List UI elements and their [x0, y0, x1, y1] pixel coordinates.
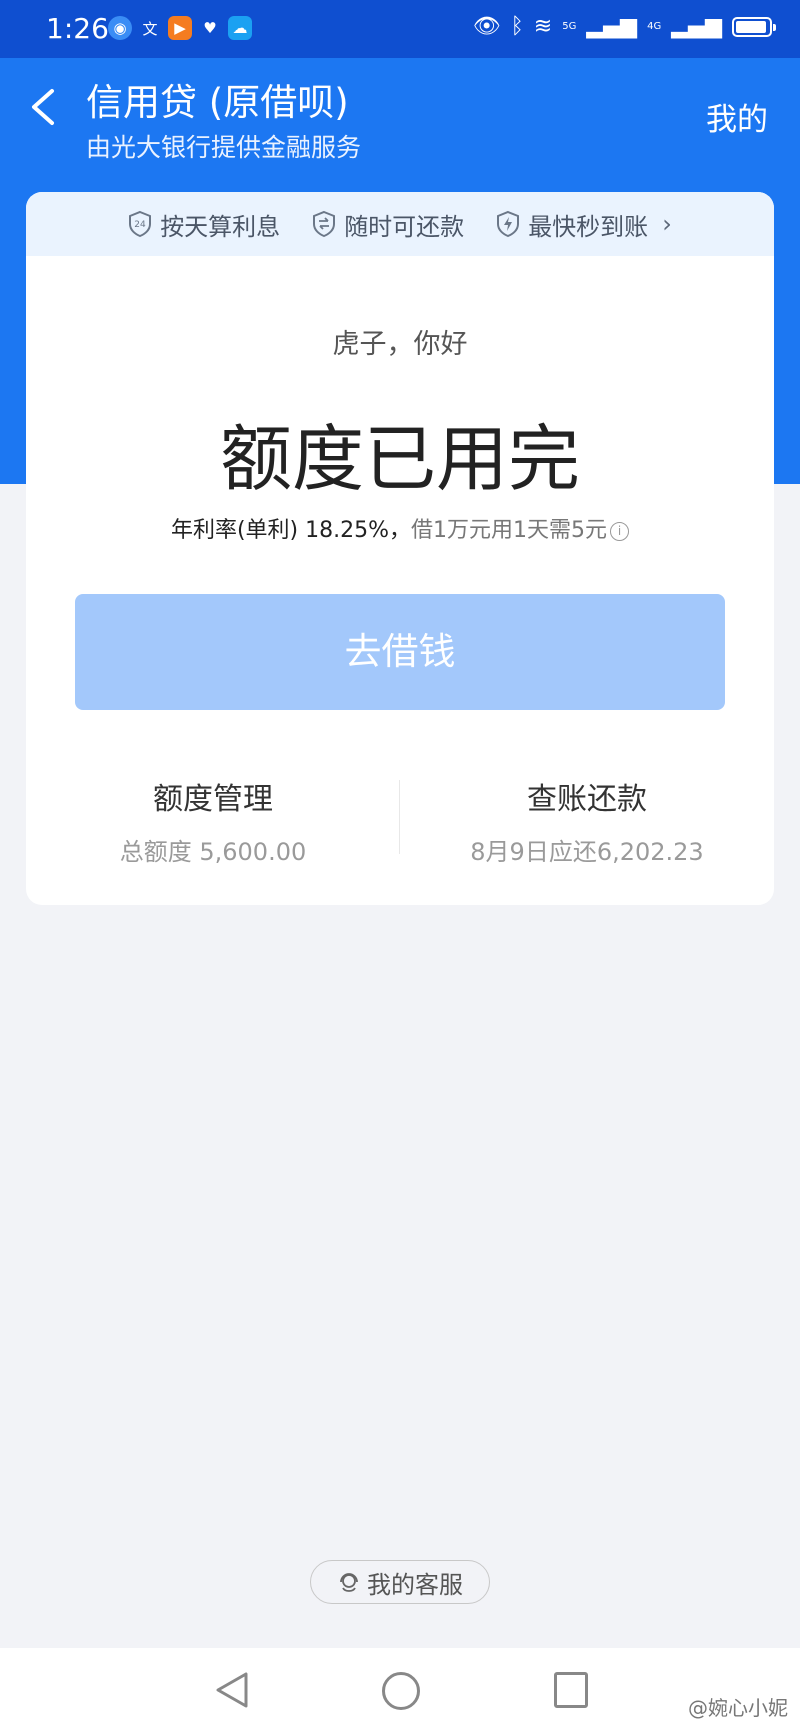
feature-label: 最快秒到账 [528, 212, 649, 241]
video-app-icon: ▶ [168, 16, 192, 40]
quota-management-entry[interactable]: 额度管理 总额度 5,600.00 [26, 774, 400, 867]
network-5g-label: 5G [562, 21, 577, 32]
signal-icon: ▂▄▆ [671, 14, 722, 39]
app-notification-icon: ◉ [108, 16, 132, 40]
status-right-group: 👁 ᛒ ≋ 5G ▂▄▆ 4G ▂▄▆ [472, 14, 776, 39]
24h-shield-icon: 24 [129, 210, 152, 238]
credit-status: 额度已用完 [219, 417, 580, 501]
feature-item-interest: 24 按天算利息 [128, 207, 280, 242]
system-back-icon[interactable] [214, 1670, 250, 1710]
loan-card: 24 按天算利息 随时可还款 最快秒到账 › 虎子，你好 额度已用完 年利率(单… [26, 192, 774, 905]
interest-rate-row: 年利率(单利) 18.25%，借1万元用1天需5元 i [26, 512, 774, 544]
customer-service-button[interactable]: 我的客服 [310, 1560, 490, 1604]
status-time: 1:26 [46, 12, 109, 45]
feature-label: 按天算利息 [160, 212, 281, 241]
signal-icon: ▂▄▆ [586, 14, 638, 39]
customer-service-label: 我的客服 [367, 1570, 463, 1599]
feature-item-repay: 随时可还款 [312, 207, 464, 242]
rate-note: 借1万元用1天需5元 [411, 518, 608, 543]
page-subtitle: 由光大银行提供金融服务 [86, 133, 362, 162]
system-home-icon[interactable] [382, 1672, 420, 1710]
lightning-shield-icon [497, 210, 520, 238]
bill-repay-title: 查账还款 [527, 782, 647, 817]
quota-management-title: 额度管理 [153, 782, 273, 817]
watermark: @婉心小妮 [688, 1696, 788, 1720]
rate-label: 年利率(单利) 18.25%， [170, 518, 412, 543]
feature-label: 随时可还款 [344, 212, 465, 241]
bluetooth-icon: ᛒ [510, 14, 524, 39]
weather-icon: ☁ [228, 16, 252, 40]
chevron-left-icon [32, 89, 54, 125]
exchange-shield-icon [313, 210, 336, 238]
eye-icon: 👁 [472, 14, 501, 39]
back-button[interactable] [20, 85, 64, 141]
svg-text:24: 24 [134, 220, 146, 230]
feature-banner[interactable]: 24 按天算利息 随时可还款 最快秒到账 › [26, 192, 774, 256]
mine-link[interactable]: 我的 [706, 94, 768, 139]
notification-icons: ◉ 文 ▶ ♥ ☁ [108, 16, 252, 40]
network-4g-label: 4G [647, 21, 662, 32]
page-title: 信用贷 (原借呗) [86, 81, 349, 124]
battery-icon [732, 16, 776, 37]
bill-repay-entry[interactable]: 查账还款 8月9日应还6,202.23 [400, 774, 774, 867]
wifi-icon: ≋ [533, 14, 553, 39]
greeting: 虎子，你好 [332, 329, 468, 360]
total-quota: 总额度 5,600.00 [119, 838, 307, 866]
chevron-right-icon: › [662, 210, 672, 238]
translate-icon: 文 [142, 19, 158, 38]
repay-due: 8月9日应还6,202.23 [470, 838, 704, 866]
borrow-button[interactable]: 去借钱 [75, 594, 725, 710]
info-icon[interactable]: i [610, 521, 630, 541]
system-navigation-bar [0, 1648, 800, 1733]
feature-item-fast: 最快秒到账 › [496, 207, 672, 242]
customer-service-icon [340, 1573, 358, 1592]
heart-app-icon: ♥ [203, 19, 217, 37]
system-recents-icon[interactable] [554, 1672, 588, 1708]
status-bar: 1:26 ◉ 文 ▶ ♥ ☁ 👁 ᛒ ≋ 5G ▂▄▆ 4G ▂▄▆ [0, 0, 800, 58]
